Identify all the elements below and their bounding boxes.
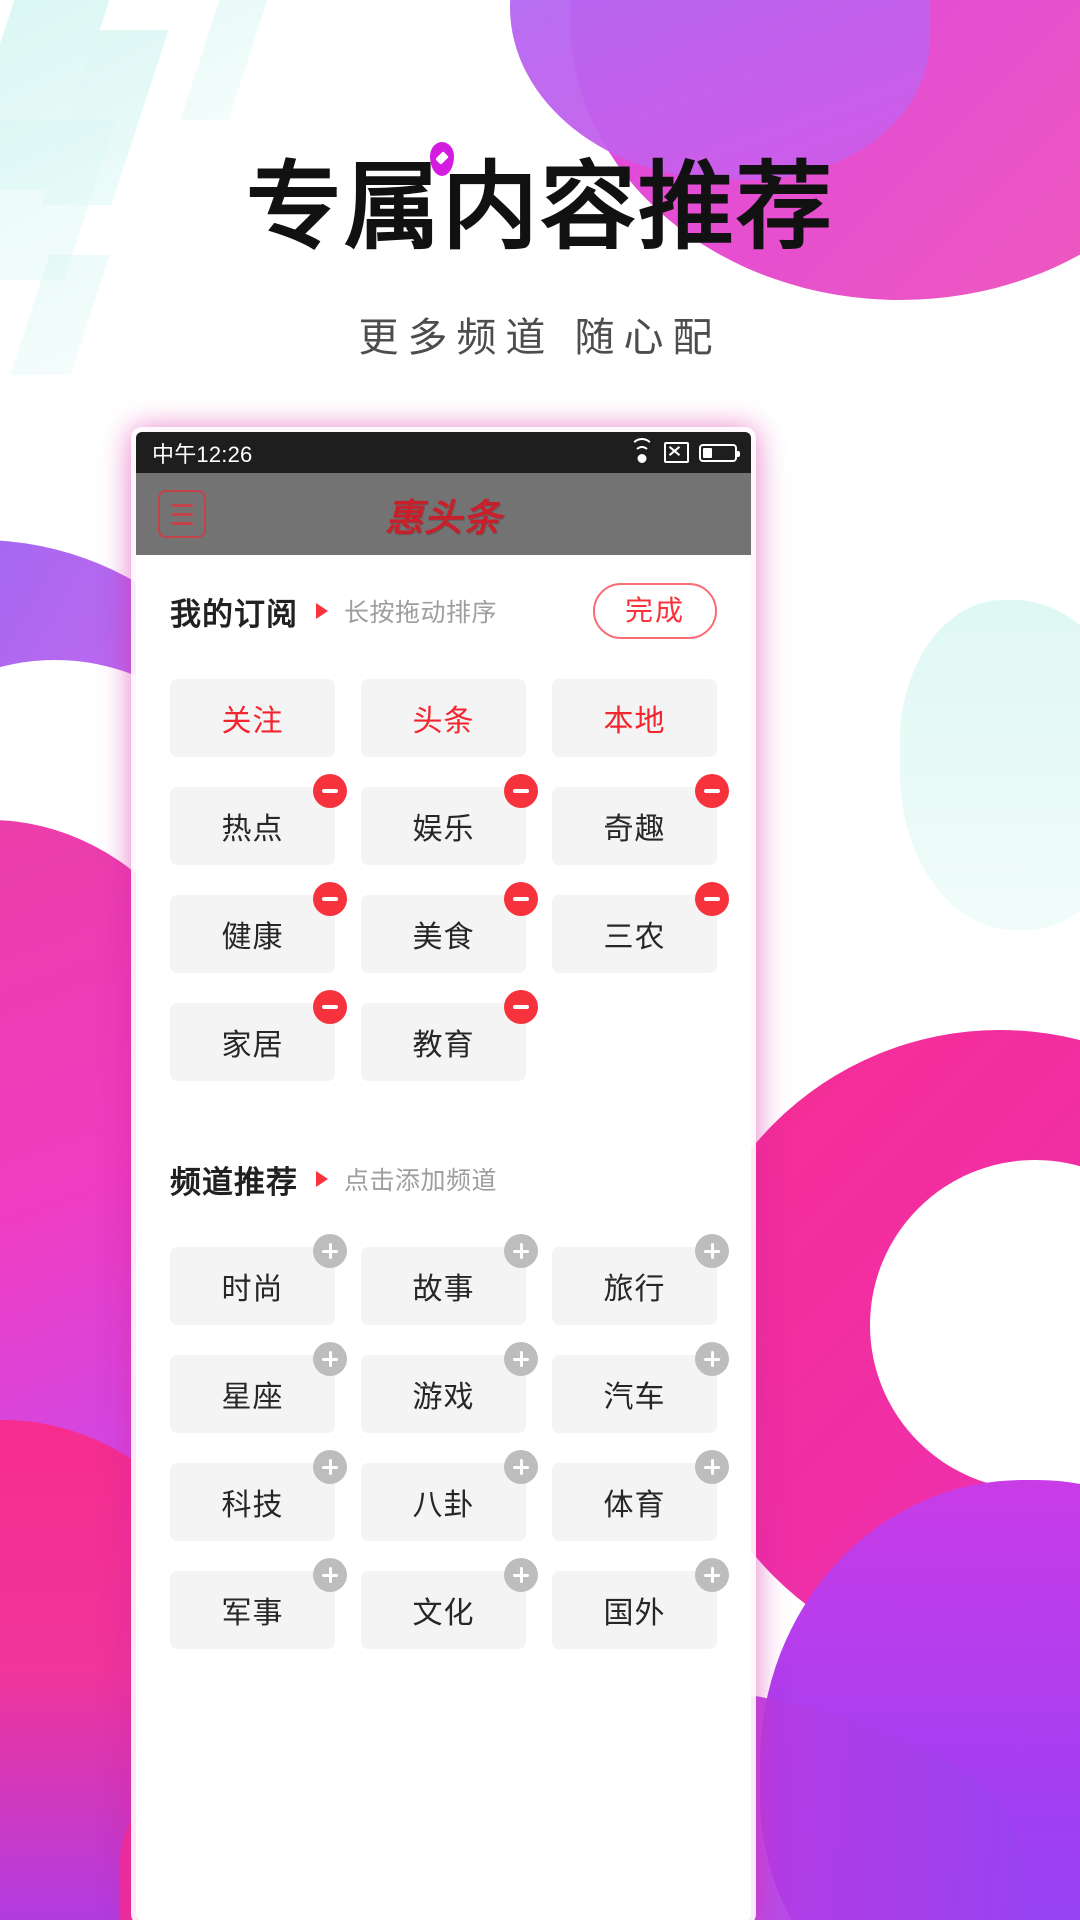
headline-wrap: 专属内容推荐: [0, 142, 1080, 261]
phone-mockup: 中午12:26 惠头条 我的订阅 长按拖动排序 完成 关注 头条 本地热点 娱乐 奇趣健…: [136, 432, 751, 1920]
recommend-section-hint: 点击添加频道: [344, 1167, 498, 1195]
channel-tile-label: 八卦: [412, 1489, 475, 1522]
channel-tile[interactable]: 时尚: [170, 1234, 347, 1325]
channel-tile-label: 娱乐: [412, 813, 475, 846]
channel-tile-label: 文化: [412, 1597, 475, 1630]
add-channel-icon[interactable]: [695, 1342, 729, 1376]
status-time: 中午12:26: [152, 441, 253, 467]
no-sim-icon: [664, 442, 689, 463]
channel-tile-label: 奇趣: [603, 813, 666, 846]
add-channel-icon[interactable]: [504, 1558, 538, 1592]
channel-tile-label: 时尚: [221, 1273, 284, 1306]
recommend-channel-grid: 时尚 故事 旅行星座 游戏 汽车科技 八卦 体育军事 文化 国外: [136, 1234, 751, 1649]
channel-tile-label: 头条: [412, 705, 475, 738]
channel-tile[interactable]: 游戏: [361, 1342, 538, 1433]
channel-tile-label: 本地: [603, 705, 666, 738]
recommend-section-title: 频道推荐: [170, 1164, 298, 1200]
channel-tile[interactable]: 娱乐: [361, 774, 538, 865]
add-channel-icon[interactable]: [313, 1450, 347, 1484]
channel-tile[interactable]: 家居: [170, 990, 347, 1081]
poster-root: 专属内容推荐 更多频道 随心配 中午12:26 惠头条 我的订阅 长按拖动排序: [0, 0, 1080, 1920]
add-channel-icon[interactable]: [504, 1342, 538, 1376]
status-bar: 中午12:26: [136, 432, 751, 473]
done-button[interactable]: 完成: [592, 583, 717, 639]
channel-tile[interactable]: 汽车: [552, 1342, 729, 1433]
add-channel-icon[interactable]: [695, 1234, 729, 1268]
blob-top-right-purple: [510, 0, 930, 180]
subscribed-section-header: 我的订阅 长按拖动排序 完成: [136, 555, 751, 667]
status-icons: [630, 437, 740, 463]
channel-tile[interactable]: 教育: [361, 990, 538, 1081]
remove-channel-icon[interactable]: [313, 882, 347, 916]
channel-tile[interactable]: 本地: [552, 679, 717, 757]
channel-tile[interactable]: 旅行: [552, 1234, 729, 1325]
add-channel-icon[interactable]: [695, 1558, 729, 1592]
subscribed-section-hint: 长按拖动排序: [344, 599, 498, 627]
channel-tile-label: 科技: [221, 1489, 284, 1522]
remove-channel-icon[interactable]: [504, 774, 538, 808]
channel-tile[interactable]: 八卦: [361, 1450, 538, 1541]
channel-tile[interactable]: 星座: [170, 1342, 347, 1433]
add-channel-icon[interactable]: [695, 1450, 729, 1484]
subscribed-section-title: 我的订阅: [170, 596, 298, 632]
channel-tile[interactable]: 热点: [170, 774, 347, 865]
app-header: 惠头条: [136, 473, 751, 555]
add-channel-icon[interactable]: [313, 1342, 347, 1376]
shard-cyan-5: [180, 0, 268, 120]
subscribed-channel-grid: 关注 头条 本地热点 娱乐 奇趣健康 美食 三农家居 教育: [136, 667, 751, 1081]
recommend-section-header: 频道推荐 点击添加频道: [136, 1123, 751, 1235]
channel-tile[interactable]: 美食: [361, 882, 538, 973]
add-channel-icon[interactable]: [504, 1234, 538, 1268]
blob-right-cutout: [870, 1160, 1080, 1490]
channel-tile-label: 家居: [221, 1029, 284, 1062]
channel-tile-label: 美食: [412, 921, 475, 954]
channel-tile-label: 星座: [221, 1381, 284, 1414]
channel-tile-label: 体育: [603, 1489, 666, 1522]
channel-tile[interactable]: 科技: [170, 1450, 347, 1541]
channel-tile-label: 故事: [412, 1273, 475, 1306]
channel-tile-label: 热点: [221, 813, 284, 846]
channel-tile[interactable]: 头条: [361, 679, 526, 757]
channel-tile-label: 国外: [603, 1597, 666, 1630]
channel-tile[interactable]: 奇趣: [552, 774, 729, 865]
channel-tile-label: 三农: [603, 921, 666, 954]
channel-tile-label: 健康: [221, 921, 284, 954]
blob-right-pale: [900, 600, 1080, 930]
channel-tile[interactable]: 健康: [170, 882, 347, 973]
wifi-icon: [630, 437, 654, 463]
channel-tile-label: 军事: [221, 1597, 284, 1630]
channel-tile[interactable]: 国外: [552, 1558, 729, 1649]
triangle-marker-icon: [316, 603, 328, 619]
channel-tile[interactable]: 体育: [552, 1450, 729, 1541]
blob-right-purple: [760, 1480, 1080, 1920]
channel-tile[interactable]: 三农: [552, 882, 729, 973]
remove-channel-icon[interactable]: [313, 990, 347, 1024]
channel-tile-label: 游戏: [412, 1381, 475, 1414]
channel-tile[interactable]: 关注: [170, 679, 335, 757]
add-channel-icon[interactable]: [313, 1558, 347, 1592]
channel-tile-label: 汽车: [603, 1381, 666, 1414]
remove-channel-icon[interactable]: [504, 990, 538, 1024]
triangle-marker-icon: [316, 1171, 328, 1187]
channel-tile-label: 旅行: [603, 1273, 666, 1306]
battery-icon: [699, 443, 740, 462]
remove-channel-icon[interactable]: [504, 882, 538, 916]
remove-channel-icon[interactable]: [695, 882, 729, 916]
add-channel-icon[interactable]: [504, 1450, 538, 1484]
channel-tile[interactable]: 文化: [361, 1558, 538, 1649]
channel-tile-label: 教育: [412, 1029, 475, 1062]
channel-tile-label: 关注: [221, 705, 284, 738]
remove-channel-icon[interactable]: [695, 774, 729, 808]
page-title: 专属内容推荐: [246, 154, 834, 261]
page-subtitle: 更多频道 随心配: [358, 316, 722, 360]
channel-tile[interactable]: 军事: [170, 1558, 347, 1649]
app-logo: 惠头条: [384, 495, 502, 540]
channel-tile[interactable]: 故事: [361, 1234, 538, 1325]
add-channel-icon[interactable]: [313, 1234, 347, 1268]
screen-body: 我的订阅 长按拖动排序 完成 关注 头条 本地热点 娱乐 奇趣健康 美食 三农家居 教育 频道…: [136, 555, 751, 1920]
remove-channel-icon[interactable]: [313, 774, 347, 808]
